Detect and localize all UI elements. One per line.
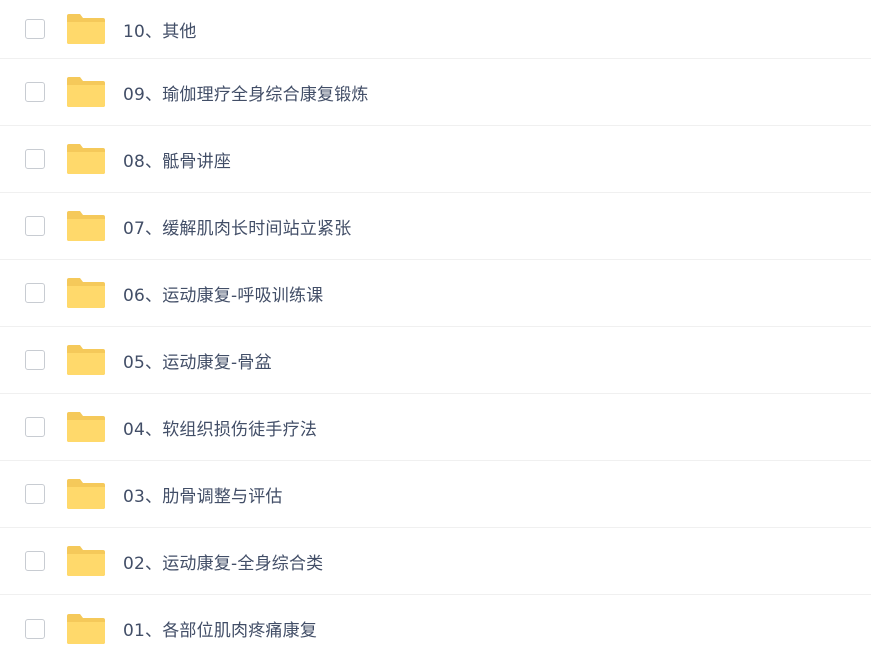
list-item[interactable]: 01、各部位肌肉疼痛康复 <box>0 595 871 662</box>
folder-name[interactable]: 08、骶骨讲座 <box>123 147 231 172</box>
folder-name[interactable]: 05、运动康复-骨盆 <box>123 348 272 373</box>
row-checkbox[interactable] <box>25 149 45 169</box>
folder-name[interactable]: 03、肋骨调整与评估 <box>123 482 283 507</box>
list-item[interactable]: 03、肋骨调整与评估 <box>0 461 871 528</box>
folder-icon <box>66 411 106 443</box>
list-item[interactable]: 08、骶骨讲座 <box>0 126 871 193</box>
list-item[interactable]: 10、其他 <box>0 0 871 59</box>
list-item[interactable]: 04、软组织损伤徒手疗法 <box>0 394 871 461</box>
folder-name[interactable]: 01、各部位肌肉疼痛康复 <box>123 616 317 641</box>
row-checkbox[interactable] <box>25 618 45 639</box>
folder-icon <box>66 210 106 242</box>
list-item[interactable]: 05、运动康复-骨盆 <box>0 327 871 394</box>
row-checkbox[interactable] <box>25 19 45 39</box>
list-item[interactable]: 02、运动康复-全身综合类 <box>0 528 871 595</box>
row-checkbox[interactable] <box>25 82 45 102</box>
folder-icon <box>66 545 106 577</box>
row-checkbox[interactable] <box>25 216 45 236</box>
folder-icon <box>66 478 106 510</box>
folder-name[interactable]: 02、运动康复-全身综合类 <box>123 549 323 574</box>
row-checkbox[interactable] <box>25 551 45 571</box>
row-checkbox[interactable] <box>25 283 45 303</box>
file-list: 10、其他 09、瑜伽理疗全身综合康复锻炼 08、骶骨讲座 07、缓解肌肉长时间… <box>0 0 871 659</box>
folder-icon <box>66 613 106 645</box>
folder-icon <box>66 277 106 309</box>
folder-name[interactable]: 07、缓解肌肉长时间站立紧张 <box>123 214 351 239</box>
folder-icon <box>66 13 106 45</box>
row-checkbox[interactable] <box>25 484 45 504</box>
list-item[interactable]: 09、瑜伽理疗全身综合康复锻炼 <box>0 59 871 126</box>
folder-name[interactable]: 06、运动康复-呼吸训练课 <box>123 281 323 306</box>
folder-icon <box>66 344 106 376</box>
row-checkbox[interactable] <box>25 350 45 370</box>
folder-icon <box>66 76 106 108</box>
row-checkbox[interactable] <box>25 417 45 437</box>
list-item[interactable]: 07、缓解肌肉长时间站立紧张 <box>0 193 871 260</box>
folder-name[interactable]: 04、软组织损伤徒手疗法 <box>123 415 317 440</box>
list-item[interactable]: 06、运动康复-呼吸训练课 <box>0 260 871 327</box>
folder-icon <box>66 143 106 175</box>
folder-name[interactable]: 09、瑜伽理疗全身综合康复锻炼 <box>123 80 369 105</box>
folder-name[interactable]: 10、其他 <box>123 17 197 42</box>
